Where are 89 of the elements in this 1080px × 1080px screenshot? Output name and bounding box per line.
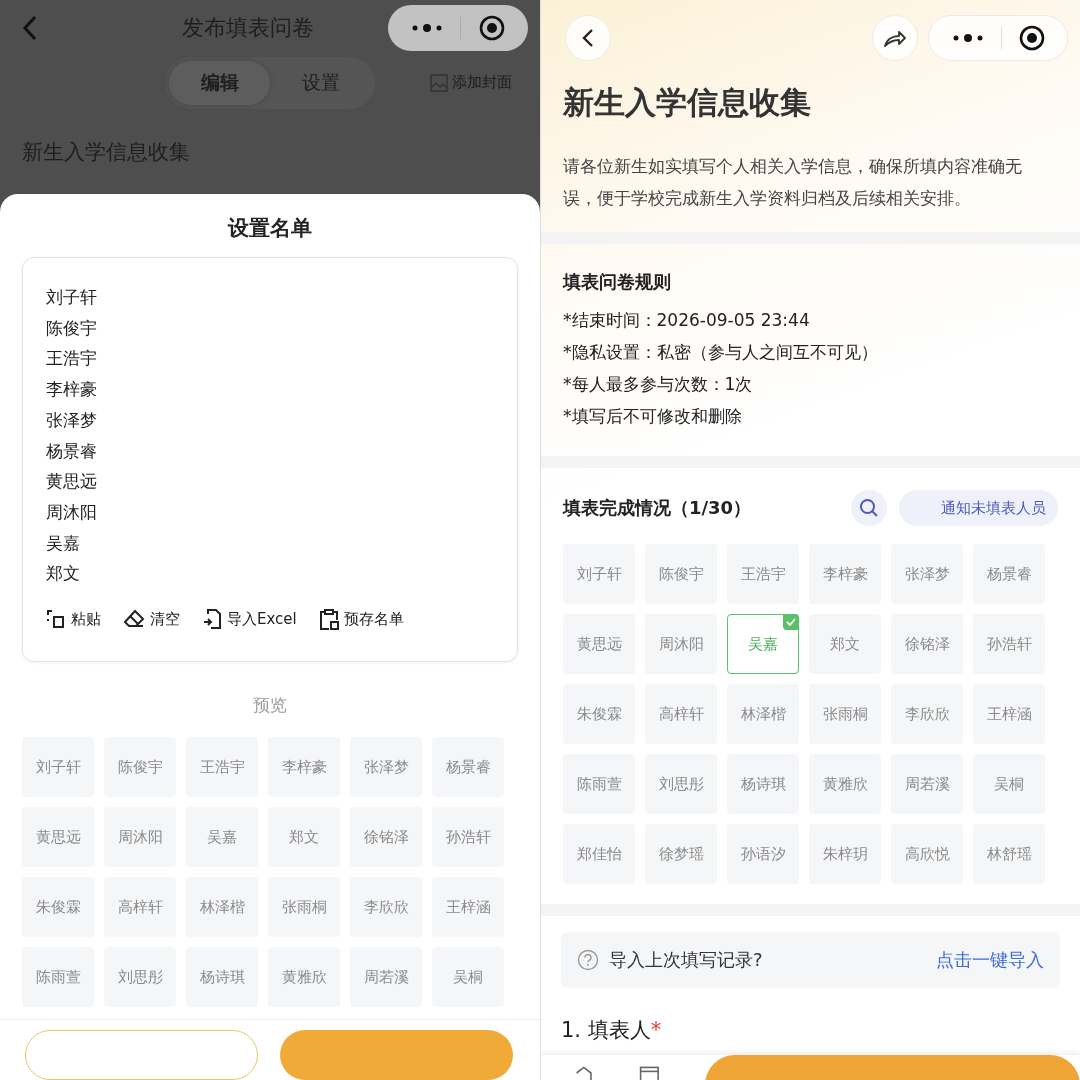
name-cell: 陈雨萱 [22,947,94,1007]
member-cell: 郑文 [809,614,881,674]
notify-button[interactable]: 通知未填表人员 [899,490,1058,526]
import-question: 导入上次填写记录? [609,948,763,972]
name-cell: 刘子轩 [22,737,94,797]
member-cell: 黄雅欣 [809,754,881,814]
name-cell: 李梓豪 [268,737,340,797]
member-cell: 朱俊霖 [563,684,635,744]
name-cell: 黄思远 [22,807,94,867]
member-cell: 徐铭泽 [891,614,963,674]
more-icon[interactable] [951,33,984,43]
share-icon [883,28,907,48]
member-cell: 朱梓玥 [809,824,881,884]
name-cell: 张泽梦 [350,737,422,797]
paste-icon [46,609,66,629]
name-cell: 高梓轩 [104,877,176,937]
member-cell: 徐梦瑶 [645,824,717,884]
member-cell: 陈雨萱 [563,754,635,814]
rule-text: *每人最多参与次数：1次 [563,373,754,396]
member-cell: 杨诗琪 [727,754,799,814]
rule-text: *填写后不可修改和删除 [563,405,743,428]
tool-button[interactable]: 预存名单 [318,608,404,630]
rule-text: *隐私设置：私密（参与人之间互不可见） [563,341,879,364]
member-cell: 周沐阳 [645,614,717,674]
target-icon[interactable] [479,14,506,41]
member-cell: 高梓轩 [645,684,717,744]
sheet-title: 设置名单 [226,215,313,242]
name-cell: 刘思彤 [104,947,176,1007]
tool-button[interactable]: 导入Excel [202,608,297,630]
name-cell: 王浩宇 [186,737,258,797]
back-button[interactable] [565,15,611,61]
member-cell: 张雨桐 [809,684,881,744]
name-cell: 周若溪 [350,947,422,1007]
import-link[interactable]: 点击一键导入 [936,948,1044,972]
member-cell: 陈俊宇 [645,544,717,604]
name-cell: 李欣欣 [350,877,422,937]
more-icon[interactable] [410,22,443,33]
name-cell: 吴嘉 [186,807,258,867]
check-icon [783,614,799,630]
name-cell: 杨景睿 [432,737,504,797]
name-cell: 周沐阳 [104,807,176,867]
name-cell: 陈俊宇 [104,737,176,797]
search-button[interactable] [851,490,887,526]
name-cell: 黄雅欣 [268,947,340,1007]
name-cell: 徐铭泽 [350,807,422,867]
name-list-field[interactable]: 刘子轩 陈俊宇 王浩宇 李梓豪 张泽梦 杨景睿 黄思远 周沐阳 吴嘉 郑文 粘贴 清空 导入Excel 预存名单 [22,257,518,662]
member-cell: 刘子轩 [563,544,635,604]
member-cell: 王梓涵 [973,684,1045,744]
share-button[interactable] [872,15,918,61]
member-cell: 李欣欣 [891,684,963,744]
completion-title: 填表完成情况（1/30） [563,496,752,520]
rules-title: 填表问卷规则 [563,270,672,294]
name-cell: 张雨桐 [268,877,340,937]
name-cell: 王梓涵 [432,877,504,937]
tool-button[interactable]: 粘贴 [46,608,101,630]
name-cell: 郑文 [268,807,340,867]
member-cell: 王浩宇 [727,544,799,604]
member-cell: 黄思远 [563,614,635,674]
tool-button[interactable]: 清空 [123,608,180,630]
member-cell: 郑佳怡 [563,824,635,884]
member-cell: 周若溪 [891,754,963,814]
member-cell: 李梓豪 [809,544,881,604]
question-title: 1. 填表人* [560,1017,663,1044]
form-title: 新生入学信息收集 [562,83,812,122]
form-description: 请各位新生如实填写个人相关入学信息，确保所填内容准确无误，便于学校完成新生入学资料归档及后续相关安排。 [562,155,1023,210]
member-cell: 林舒瑶 [973,824,1045,884]
member-cell: 杨景睿 [973,544,1045,604]
member-cell: 孙浩轩 [973,614,1045,674]
name-cell: 林泽楷 [186,877,258,937]
name-cell: 孙浩轩 [432,807,504,867]
member-cell: 刘思彤 [645,754,717,814]
clipboard-icon [318,608,339,630]
file-import-icon [202,608,222,630]
preview-label: 预览 [252,694,288,717]
rule-text: *结束时间：2026-09-05 23:44 [563,309,811,332]
name-cell: 吴桐 [432,947,504,1007]
search-icon [859,498,879,518]
member-cell: 林泽楷 [727,684,799,744]
member-cell: 吴嘉 [727,614,799,674]
name-cell: 朱俊霖 [22,877,94,937]
member-cell: 孙语汐 [727,824,799,884]
target-icon[interactable] [1018,25,1045,51]
member-cell: 高欣悦 [891,824,963,884]
help-icon [577,949,599,971]
member-cell: 张泽梦 [891,544,963,604]
back-icon [582,28,594,48]
member-cell: 吴桐 [973,754,1045,814]
name-cell: 杨诗琪 [186,947,258,1007]
eraser-icon [123,609,145,629]
